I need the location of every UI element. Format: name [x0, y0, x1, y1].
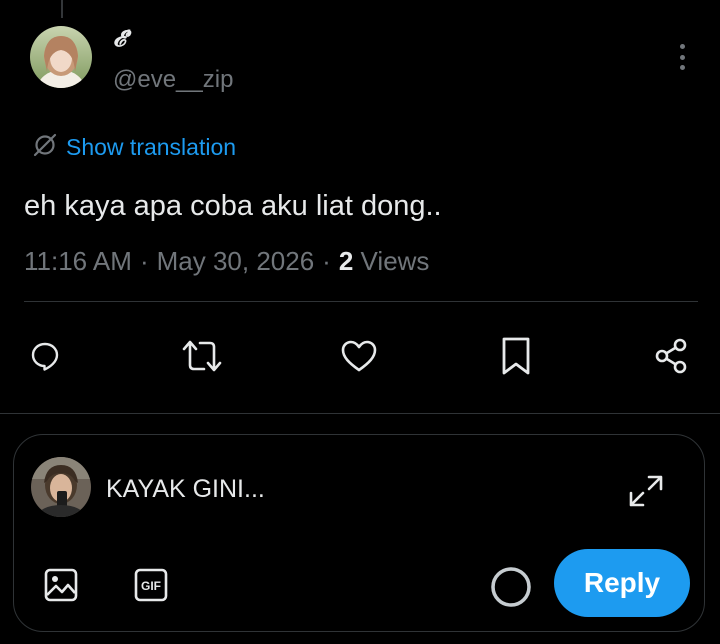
gif-icon: GIF	[134, 568, 168, 602]
more-dot	[679, 44, 685, 49]
like-button[interactable]	[337, 334, 381, 378]
more-dot	[679, 65, 685, 70]
views-count: 2	[338, 246, 354, 276]
more-options-button[interactable]	[672, 44, 692, 70]
tweet-actions	[0, 334, 720, 378]
tweet-date: May 30, 2026	[156, 246, 315, 276]
reply-input[interactable]: KAYAK GINI...	[106, 475, 265, 504]
meta-separator: ·	[139, 246, 149, 276]
bookmark-button[interactable]	[494, 334, 538, 378]
expand-icon	[629, 475, 663, 507]
divider	[0, 413, 720, 414]
author-avatar[interactable]	[30, 26, 92, 88]
expand-composer-button[interactable]	[624, 471, 668, 511]
thread-line	[61, 0, 63, 18]
bookmark-icon	[502, 337, 530, 375]
reply-button[interactable]	[23, 334, 67, 378]
retweet-button[interactable]	[180, 334, 224, 378]
tweet-time: 11:16 AM	[24, 246, 132, 276]
more-dot	[679, 54, 685, 60]
reply-composer: KAYAK GINI... GIF Reply	[13, 434, 705, 632]
add-gif-button[interactable]: GIF	[131, 565, 171, 605]
image-icon	[44, 568, 78, 602]
reply-user-avatar[interactable]	[31, 457, 91, 517]
views-label: Views	[360, 246, 430, 276]
gif-label: GIF	[141, 579, 161, 593]
add-image-button[interactable]	[41, 565, 81, 605]
divider	[24, 301, 698, 302]
retweet-icon	[182, 340, 222, 372]
author-display-name[interactable]: 𝓔'	[113, 26, 132, 52]
show-translation-link[interactable]: Show translation	[32, 132, 236, 163]
reply-button-submit[interactable]: Reply	[554, 549, 690, 617]
character-count-ring	[489, 565, 533, 609]
tweet-text: eh kaya apa coba aku liat dong..	[24, 190, 442, 222]
share-icon	[655, 338, 687, 374]
show-translation-label: Show translation	[66, 134, 237, 160]
translate-icon	[32, 132, 58, 163]
share-button[interactable]	[650, 334, 694, 378]
reply-icon	[31, 342, 59, 371]
author-handle[interactable]: @eve__zip	[113, 66, 233, 94]
like-icon	[341, 340, 377, 372]
tweet-meta: 11:16 AM · May 30, 2026 · 2 Views	[24, 246, 429, 277]
meta-separator: ·	[322, 246, 331, 276]
